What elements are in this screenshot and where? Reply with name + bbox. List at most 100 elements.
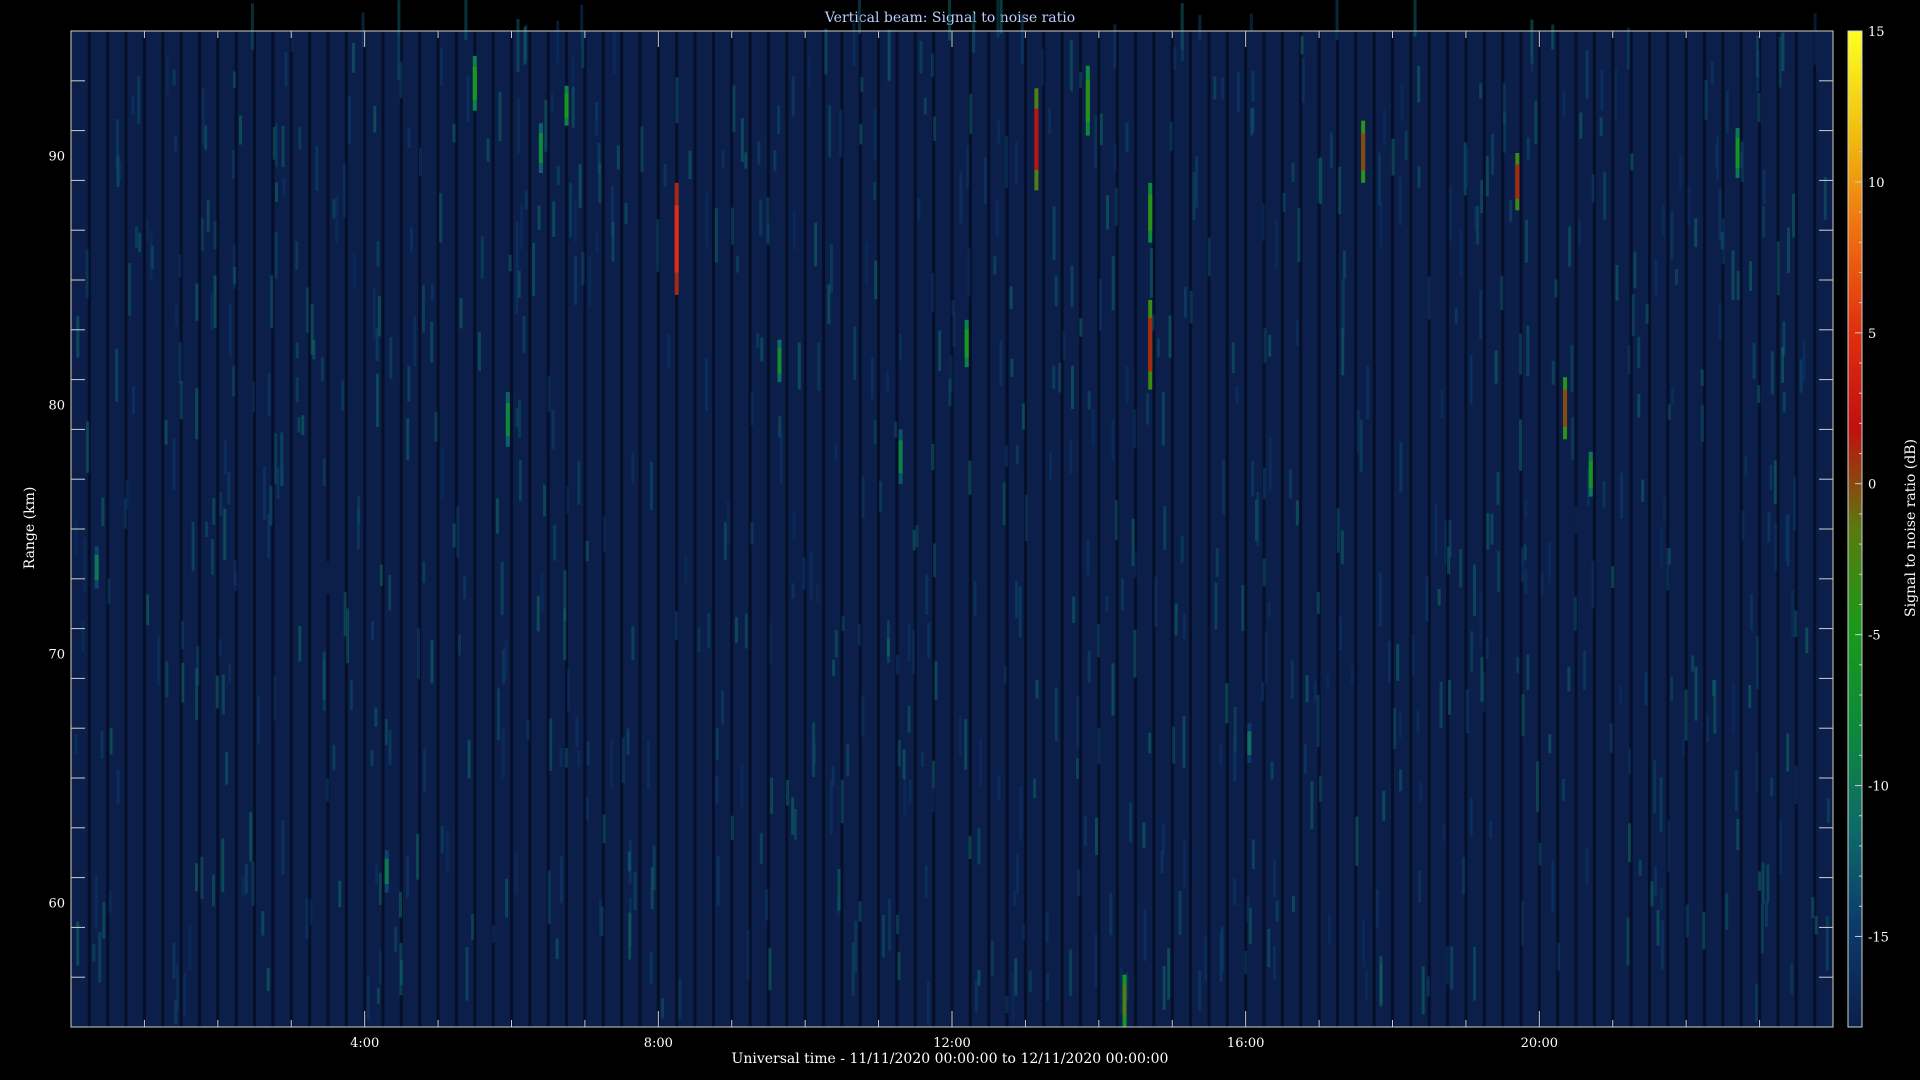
noise-cell — [1740, 141, 1744, 183]
noise-cell — [274, 433, 278, 485]
colorbar-gradient — [1847, 30, 1863, 1028]
noise-cell — [1142, 822, 1146, 848]
noise-cell — [1231, 342, 1235, 373]
noise-cell — [860, 77, 864, 93]
noise-cell — [814, 222, 818, 267]
noise-cell — [1662, 496, 1666, 521]
noise-cell — [134, 226, 138, 248]
data-gap — [675, 31, 679, 1027]
noise-cell — [1359, 419, 1363, 472]
noise-cell — [566, 486, 570, 515]
noise-cell — [1052, 206, 1056, 261]
noise-cell — [375, 864, 379, 885]
noise-cell — [1362, 918, 1366, 967]
noise-cell — [1496, 472, 1500, 505]
noise-cell — [1015, 580, 1019, 619]
noise-cell — [1169, 121, 1173, 152]
noise-cell — [309, 900, 313, 925]
noise-cell — [999, 0, 1003, 34]
noise-cell — [1585, 50, 1589, 100]
noise-cell — [1446, 946, 1450, 985]
x-tick-label: 20:00 — [1521, 1036, 1558, 1051]
noise-cell — [1490, 513, 1494, 545]
echo-feature — [472, 55, 477, 111]
noise-cell — [1251, 70, 1255, 102]
noise-cell — [716, 855, 720, 906]
noise-cell — [1674, 268, 1678, 285]
noise-cell — [832, 659, 836, 677]
noise-cell — [1551, 360, 1555, 385]
noise-cell — [156, 636, 160, 686]
noise-cell — [1519, 419, 1523, 471]
noise-cell — [1667, 820, 1671, 872]
noise-cell — [1024, 494, 1028, 541]
noise-cell — [1356, 409, 1360, 453]
noise-cell — [831, 765, 835, 785]
noise-cell — [181, 662, 185, 703]
noise-cell — [205, 521, 209, 538]
data-gap — [179, 31, 183, 1027]
plot-area: 60 70 80 90 4:00 8:00 12:00 16:00 20:00 — [48, 0, 1834, 1051]
noise-cell — [508, 254, 512, 272]
noise-cell — [1671, 387, 1675, 405]
noise-cell — [1316, 694, 1320, 748]
noise-cell — [537, 205, 541, 230]
noise-cell — [1748, 685, 1752, 709]
noise-cell — [1340, 530, 1344, 565]
noise-cell — [1098, 278, 1102, 331]
echo-core — [898, 440, 903, 474]
noise-cell — [547, 870, 551, 924]
noise-cell — [295, 342, 299, 359]
noise-cell — [1161, 392, 1165, 446]
noise-cell — [598, 163, 602, 204]
noise-cell — [930, 53, 934, 77]
noise-cell — [547, 375, 551, 412]
data-gap — [1207, 31, 1211, 1027]
noise-cell — [1105, 195, 1109, 230]
noise-cell — [376, 240, 380, 267]
noise-cell — [574, 256, 578, 305]
noise-cell — [1013, 890, 1017, 906]
noise-cell — [1213, 76, 1217, 100]
noise-cell — [1561, 778, 1565, 802]
noise-cell — [1005, 996, 1009, 1014]
noise-cell — [1718, 302, 1722, 341]
noise-cell — [1694, 218, 1698, 248]
data-gap — [363, 31, 367, 1027]
noise-cell — [234, 570, 238, 592]
noise-cell — [399, 891, 403, 918]
noise-cell — [1762, 169, 1766, 204]
data-gap — [1152, 31, 1156, 1027]
noise-cell — [1659, 777, 1663, 832]
noise-cell — [1519, 333, 1523, 375]
noise-cell — [846, 743, 850, 777]
noise-cell — [132, 386, 136, 415]
noise-cell — [377, 295, 381, 337]
noise-cell — [1300, 35, 1304, 55]
noise-cell — [419, 147, 423, 177]
noise-cell — [997, 120, 1001, 144]
noise-cell — [518, 459, 522, 501]
noise-cell — [885, 370, 889, 393]
noise-cell — [1700, 369, 1704, 386]
noise-cell — [1251, 107, 1255, 133]
noise-cell — [244, 864, 248, 894]
noise-cell — [1805, 627, 1809, 654]
colorbar-tick-label: -15 — [1868, 930, 1889, 945]
data-gap — [142, 31, 146, 1027]
noise-cell — [852, 19, 856, 67]
noise-cell — [595, 102, 599, 119]
noise-cell — [1069, 39, 1073, 92]
noise-cell — [1764, 901, 1768, 927]
noise-cell — [624, 202, 628, 225]
noise-cell — [164, 419, 168, 445]
noise-cell — [500, 562, 504, 615]
noise-cell — [347, 95, 351, 145]
noise-cell — [1291, 896, 1295, 913]
data-gap — [1611, 31, 1615, 1027]
noise-cell — [1214, 582, 1218, 630]
noise-cell — [765, 888, 769, 921]
noise-cell — [1219, 743, 1223, 765]
noise-cell — [1183, 287, 1187, 318]
noise-cell — [556, 20, 560, 64]
